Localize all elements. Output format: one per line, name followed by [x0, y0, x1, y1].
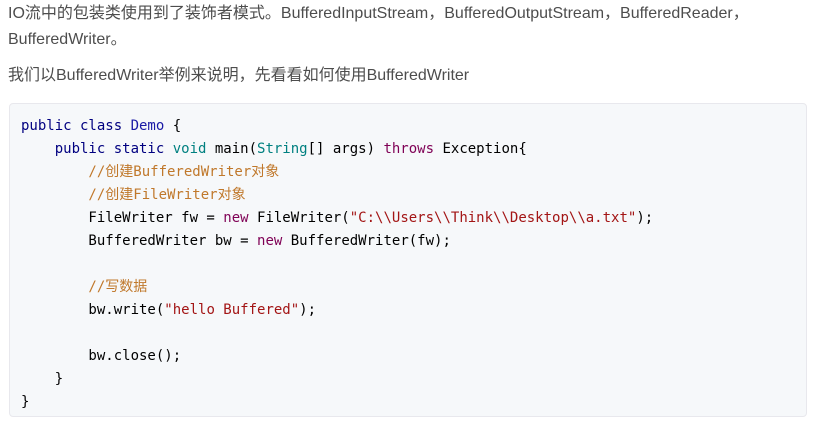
- code-token: );: [299, 302, 317, 318]
- code-line: public static void main(String[] args) t…: [21, 138, 806, 161]
- code-line: //写数据: [21, 276, 806, 299]
- code-line: }: [21, 368, 806, 391]
- code-token: void: [172, 141, 207, 157]
- intro-paragraph: IO流中的包装类使用到了装饰者模式。BufferedInputStream，Bu…: [8, 5, 749, 48]
- code-token: bw.close();: [21, 348, 182, 364]
- code-line: bw.close();: [21, 345, 806, 368]
- code-token: FileWriter(: [248, 210, 350, 226]
- code-line: FileWriter fw = new FileWriter("C:\\User…: [21, 207, 806, 230]
- code-token: //创建FileWriter对象: [21, 187, 246, 203]
- code-token: Exception{: [434, 141, 527, 157]
- code-token: }: [21, 394, 30, 410]
- code-token: BufferedWriter bw =: [21, 233, 258, 249]
- code-token: );: [636, 210, 654, 226]
- code-token: }: [21, 371, 64, 387]
- code-line: public class Demo {: [21, 115, 806, 138]
- code-token: bw.write(: [21, 302, 165, 318]
- code-token: String: [257, 141, 308, 157]
- code-token: main(: [206, 141, 258, 157]
- code-token: "C:\\Users\\Think\\Desktop\\a.txt": [349, 210, 637, 226]
- code-token: Demo: [130, 118, 165, 134]
- code-line: //创建BufferedWriter对象: [21, 161, 806, 184]
- code-token: throws: [383, 141, 435, 157]
- code-token: "hello Buffered": [164, 302, 300, 318]
- code-token: [] args): [307, 141, 384, 157]
- code-token: BufferedWriter(fw);: [282, 233, 451, 249]
- code-line: BufferedWriter bw = new BufferedWriter(f…: [21, 230, 806, 253]
- code-token: public class: [21, 118, 131, 134]
- code-token: //创建BufferedWriter对象: [21, 164, 280, 180]
- code-line: bw.write("hello Buffered");: [21, 299, 806, 322]
- code-line: }: [21, 391, 806, 414]
- example-paragraph: 我们以BufferedWriter举例来说明，先看看如何使用BufferedWr…: [8, 67, 470, 84]
- code-line: //创建FileWriter对象: [21, 184, 806, 207]
- code-token: FileWriter fw =: [21, 210, 224, 226]
- code-token: new: [223, 210, 249, 226]
- code-token: {: [164, 118, 182, 134]
- code-token: public static: [21, 141, 173, 157]
- code-token: //写数据: [21, 279, 148, 295]
- code-token: new: [257, 233, 283, 249]
- code-block[interactable]: public class Demo { public static void m…: [9, 103, 807, 417]
